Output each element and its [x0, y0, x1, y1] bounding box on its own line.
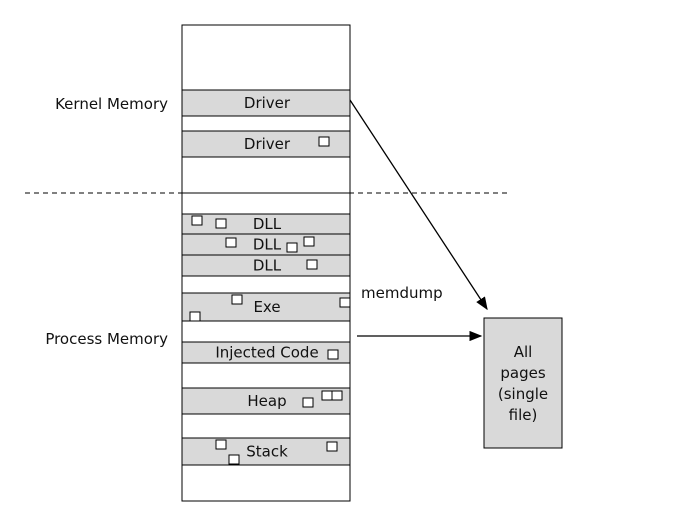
memory-page-marker: [215, 439, 227, 450]
driver-to-dump-arrow: [349, 99, 488, 311]
segment-label: Heap: [247, 392, 286, 410]
memory-diagram: Driver Driver DLL DLL DLL Exe Injected Code Hea…: [25, 24, 563, 502]
memory-page-marker: [286, 242, 298, 253]
memdump-label: memdump: [361, 284, 443, 302]
segment-label: DLL: [253, 215, 282, 233]
output-line: pages: [500, 364, 545, 382]
segment-label: Driver: [244, 94, 291, 112]
segment-label: Stack: [246, 443, 288, 461]
output-line: file): [509, 406, 538, 424]
output-file-box: [483, 317, 563, 449]
segment-label: Exe: [253, 298, 280, 316]
memory-page-marker: [191, 215, 203, 226]
memory-page-marker: [327, 349, 339, 360]
kernel-memory-label: Kernel Memory: [55, 95, 168, 113]
memory-page-marker: [331, 390, 343, 401]
memory-page-marker: [231, 294, 243, 305]
memory-page-marker: [318, 136, 330, 147]
memory-page-marker: [326, 441, 338, 452]
memory-page-marker: [306, 259, 318, 270]
segment-label: Driver: [244, 135, 291, 153]
segment-label: Injected Code: [215, 344, 318, 362]
memory-page-marker: [225, 237, 237, 248]
memory-page-marker: [339, 297, 351, 308]
memory-page-marker: [215, 218, 227, 229]
segment-label: DLL: [253, 257, 282, 275]
output-line: All: [514, 343, 533, 361]
memory-page-marker: [302, 397, 314, 408]
output-line: (single: [498, 385, 548, 403]
segment-label: DLL: [253, 236, 282, 254]
process-memory-label: Process Memory: [45, 330, 168, 348]
memory-page-marker: [303, 236, 315, 247]
memory-page-marker: [321, 390, 333, 401]
memory-page-marker: [228, 454, 240, 465]
memory-page-marker: [189, 311, 201, 322]
